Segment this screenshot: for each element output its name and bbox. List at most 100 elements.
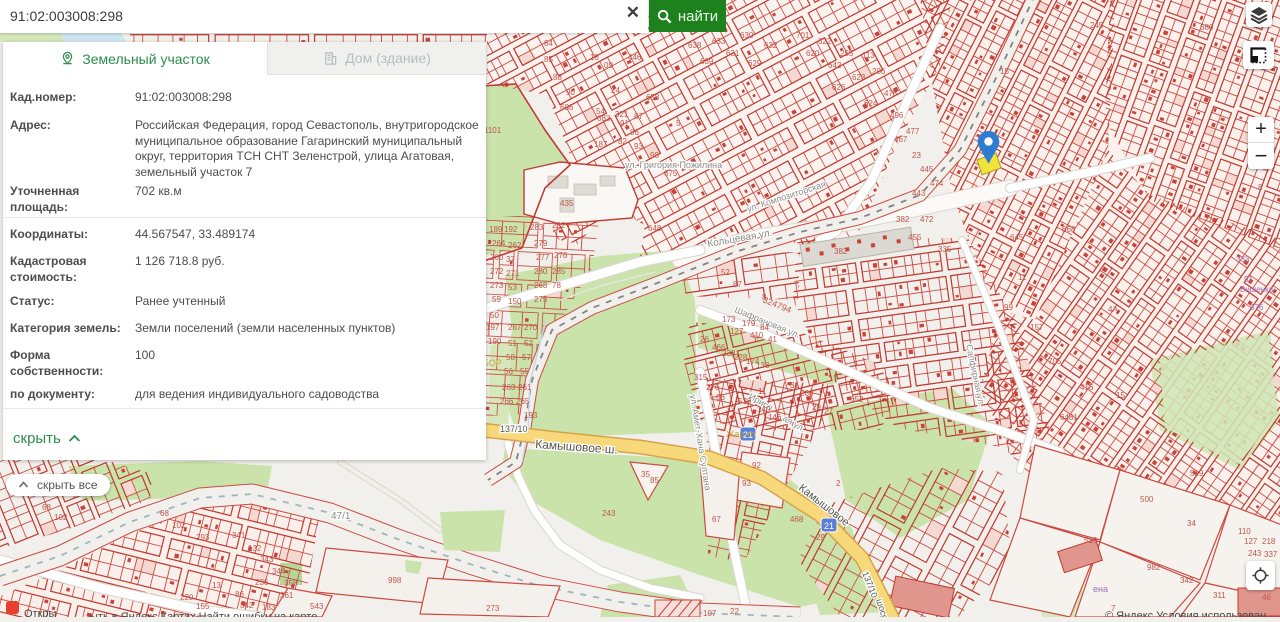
- svg-text:54: 54: [596, 107, 605, 116]
- svg-text:266: 266: [500, 397, 514, 406]
- svg-text:416: 416: [1080, 383, 1094, 392]
- svg-text:179: 179: [742, 319, 756, 328]
- svg-text:472: 472: [920, 215, 934, 224]
- svg-text:543: 543: [310, 602, 324, 611]
- svg-text:341: 341: [232, 531, 246, 540]
- svg-text:29: 29: [816, 533, 825, 542]
- svg-text:113: 113: [862, 51, 875, 60]
- svg-text:187: 187: [594, 140, 608, 149]
- svg-text:8: 8: [762, 293, 767, 302]
- svg-text:686: 686: [560, 103, 574, 112]
- svg-text:270: 270: [524, 323, 538, 332]
- svg-text:189: 189: [489, 225, 503, 234]
- svg-text:236: 236: [255, 578, 269, 587]
- svg-text:446: 446: [628, 53, 642, 62]
- svg-text:280: 280: [534, 267, 548, 276]
- svg-text:51: 51: [1244, 275, 1253, 284]
- svg-text:276: 276: [554, 251, 568, 260]
- svg-text:264: 264: [492, 239, 506, 248]
- svg-text:59: 59: [492, 295, 501, 304]
- svg-text:220: 220: [180, 593, 194, 602]
- svg-text:197: 197: [486, 323, 500, 332]
- svg-text:658: 658: [646, 93, 660, 102]
- svg-text:538: 538: [738, 397, 752, 406]
- svg-text:333: 333: [1236, 255, 1250, 264]
- svg-text:645: 645: [1010, 233, 1024, 242]
- svg-text:243: 243: [602, 509, 616, 518]
- svg-text:31: 31: [790, 381, 799, 390]
- svg-text:190: 190: [488, 337, 502, 346]
- svg-text:67: 67: [712, 515, 721, 524]
- svg-text:68: 68: [160, 509, 169, 518]
- svg-text:46: 46: [1262, 593, 1271, 602]
- svg-text:55: 55: [520, 367, 529, 376]
- svg-text:652: 652: [850, 395, 864, 404]
- svg-text:155: 155: [196, 602, 210, 611]
- svg-text:337: 337: [1264, 550, 1278, 559]
- svg-text:ыть в Яндекс Картах Найти: ыть в Яндекс Картах Найти ошибку на карт…: [90, 611, 317, 617]
- svg-text:272: 272: [490, 267, 504, 276]
- svg-text:343: 343: [260, 555, 274, 564]
- svg-text:66: 66: [716, 393, 725, 402]
- svg-text:261: 261: [518, 383, 532, 392]
- svg-text:342: 342: [240, 601, 254, 610]
- svg-text:86: 86: [630, 128, 639, 137]
- svg-text:Жар-пт: Жар-пт: [726, 429, 756, 439]
- svg-text:56: 56: [504, 367, 513, 376]
- svg-text:157: 157: [1030, 323, 1044, 332]
- svg-text:50: 50: [490, 311, 499, 320]
- svg-text:35: 35: [641, 470, 650, 479]
- svg-text:26: 26: [700, 335, 709, 344]
- svg-text:277: 277: [536, 253, 550, 262]
- svg-text:982: 982: [1147, 563, 1161, 572]
- svg-text:382: 382: [834, 247, 848, 256]
- svg-text:279: 279: [534, 239, 548, 248]
- svg-text:23: 23: [912, 151, 921, 160]
- svg-text:47/1: 47/1: [331, 511, 351, 522]
- svg-text:58: 58: [506, 353, 515, 362]
- svg-text:193: 193: [524, 411, 538, 420]
- svg-text:245: 245: [1090, 21, 1104, 30]
- svg-text:102: 102: [172, 521, 186, 530]
- svg-text:173: 173: [722, 315, 736, 324]
- svg-text:668: 668: [1062, 225, 1076, 234]
- svg-text:52: 52: [721, 268, 730, 277]
- svg-text:107: 107: [703, 609, 717, 617]
- svg-text:11: 11: [758, 387, 767, 396]
- svg-text:361: 361: [280, 591, 294, 600]
- svg-text:Откры: Откры: [24, 608, 57, 617]
- svg-text:11: 11: [1018, 273, 1027, 282]
- svg-text:445: 445: [920, 165, 934, 174]
- svg-text:91: 91: [620, 119, 629, 128]
- svg-text:Вишенка: Вишенка: [1240, 285, 1274, 294]
- svg-text:132: 132: [248, 544, 262, 553]
- svg-text:648: 648: [648, 224, 662, 233]
- svg-text:282: 282: [552, 221, 566, 230]
- svg-text:18: 18: [590, 53, 599, 62]
- svg-text:293: 293: [196, 533, 210, 542]
- svg-text:622: 622: [818, 37, 832, 46]
- svg-text:150: 150: [508, 297, 522, 306]
- svg-text:127: 127: [1244, 537, 1258, 546]
- svg-text:467: 467: [894, 135, 908, 144]
- svg-text:92: 92: [752, 461, 761, 470]
- svg-text:477: 477: [906, 127, 920, 136]
- svg-text:626: 626: [832, 83, 846, 92]
- svg-text:410: 410: [750, 331, 764, 340]
- svg-text:85: 85: [650, 476, 659, 485]
- svg-text:335: 335: [938, 245, 952, 254]
- svg-text:57: 57: [522, 353, 531, 362]
- svg-text:206: 206: [872, 67, 886, 76]
- svg-text:680: 680: [1200, 23, 1214, 32]
- svg-text:474: 474: [930, 179, 944, 188]
- svg-text:87: 87: [733, 280, 742, 289]
- svg-text:642: 642: [828, 61, 842, 70]
- svg-text:29: 29: [812, 403, 821, 412]
- svg-text:267: 267: [508, 323, 522, 332]
- svg-text:273: 273: [490, 281, 504, 290]
- svg-text:998: 998: [388, 576, 402, 585]
- svg-text:52: 52: [524, 339, 533, 348]
- svg-text:344: 344: [272, 567, 286, 576]
- svg-text:435: 435: [560, 199, 574, 208]
- svg-text:21: 21: [824, 521, 834, 531]
